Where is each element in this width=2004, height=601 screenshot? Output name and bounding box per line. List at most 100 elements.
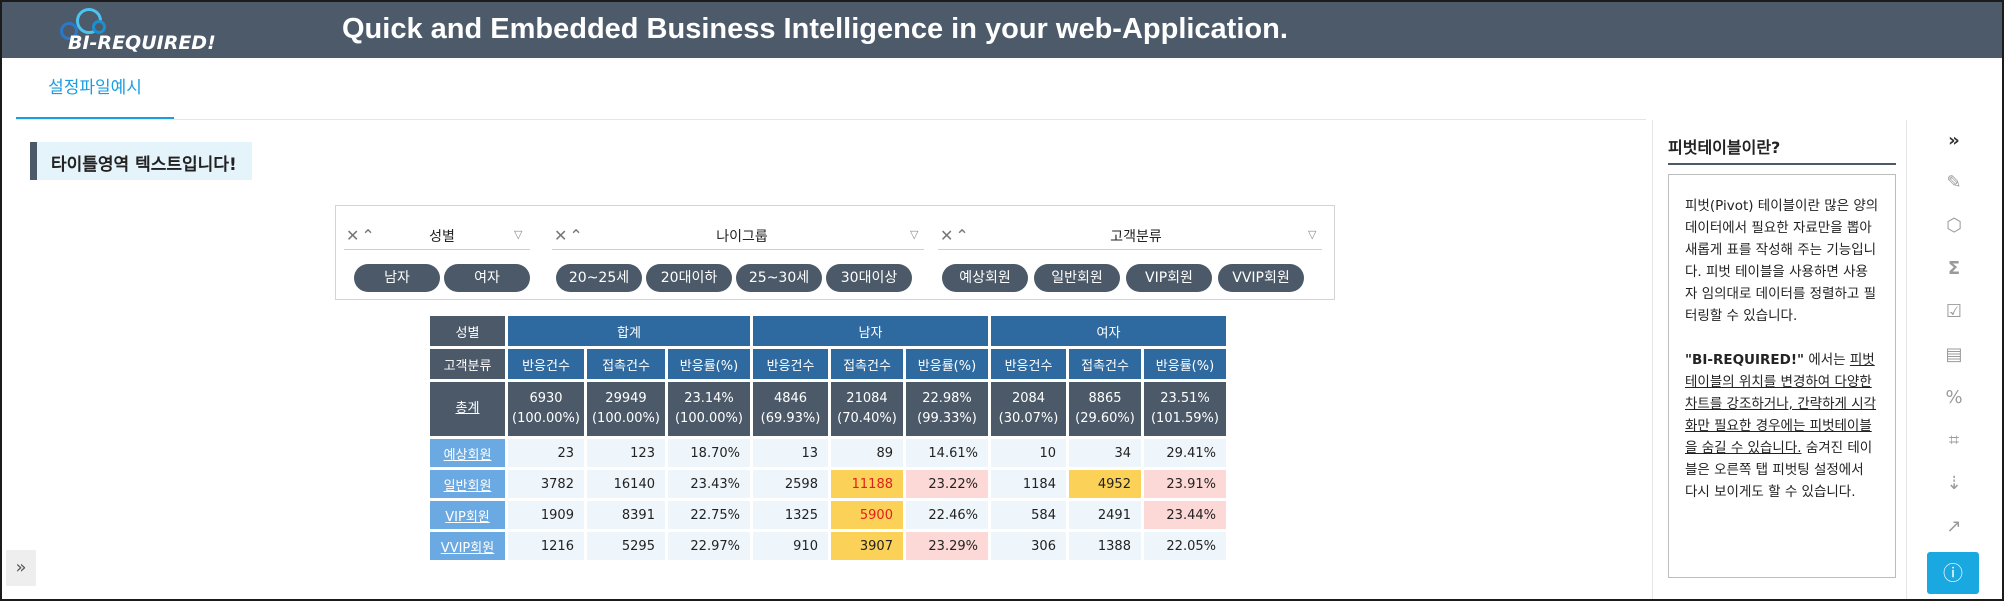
info-panel-body: 피벗(Pivot) 테이블이란 많은 양의 데이터에서 필요한 자료만을 뽑아 … xyxy=(1668,174,1896,578)
pivot-group-header: 여자 xyxy=(990,316,1226,346)
filter-icon[interactable]: ▽ xyxy=(910,228,918,241)
chip-age-3[interactable]: 25~30세 xyxy=(736,264,822,292)
total-cell: 23.14% (100.00%) xyxy=(667,382,750,436)
table-cell: 34 xyxy=(1068,439,1141,467)
clear-collapse-icons[interactable]: ✕⌃ xyxy=(940,226,971,245)
table-cell: 22.46% xyxy=(905,501,988,529)
chip-customer-3[interactable]: VIP회원 xyxy=(1126,264,1212,292)
measure-header: 반응률(%) xyxy=(667,349,750,379)
total-cell: 4846 (69.93%) xyxy=(752,382,828,436)
table-cell: 89 xyxy=(830,439,903,467)
pivot-group-header: 남자 xyxy=(752,316,988,346)
table-cell: 22.75% xyxy=(667,501,750,529)
crop-icon[interactable]: ⌗ xyxy=(1941,428,1967,454)
tab-settings-example[interactable]: 설정파일예시 xyxy=(16,58,174,120)
info-paragraph: 피벗(Pivot) 테이블이란 많은 양의 데이터에서 필요한 자료만을 뽑아 … xyxy=(1685,198,1879,324)
table-cell-highlight: 4952 xyxy=(1068,470,1141,498)
total-cell: 21084 (70.40%) xyxy=(830,382,903,436)
sort-icon[interactable]: ⇣ xyxy=(1941,471,1967,497)
table-row: VIP회원 1909 8391 22.75% 1325 5900 22.46% … xyxy=(430,501,1226,529)
filter-label: 고객분류 xyxy=(1110,229,1162,245)
row-header[interactable]: VIP회원 xyxy=(430,501,505,529)
table-cell-highlight: 23.91% xyxy=(1143,470,1226,498)
table-cell-highlight: 23.44% xyxy=(1143,501,1226,529)
table-cell: 10 xyxy=(990,439,1066,467)
measure-header: 반응률(%) xyxy=(1143,349,1226,379)
chip-customer-4[interactable]: VVIP회원 xyxy=(1218,264,1304,292)
edit-icon[interactable]: ✎ xyxy=(1941,170,1967,196)
pivot-row-dimension: 고객분류 xyxy=(430,349,505,379)
table-cell-highlight: 3907 xyxy=(830,532,903,560)
table-cell: 18.70% xyxy=(667,439,750,467)
total-cell: 8865 (29.60%) xyxy=(1068,382,1141,436)
app-header: BI-REQUIRED! Quick and Embedded Business… xyxy=(2,2,2002,58)
table-cell: 14.61% xyxy=(905,439,988,467)
chip-age-4[interactable]: 30대이상 xyxy=(826,264,912,292)
expand-left-icon[interactable]: » xyxy=(6,550,36,586)
table-cell-highlight: 5900 xyxy=(830,501,903,529)
filter-panel: ✕⌃ 성별 ▽ 남자 여자 ✕⌃ 나이그룹 ▽ 20~25세 20대이하 25~… xyxy=(335,205,1335,300)
sigma-icon[interactable]: Σ xyxy=(1941,256,1967,282)
chart-icon[interactable]: ↗ xyxy=(1941,514,1967,540)
table-cell: 22.97% xyxy=(667,532,750,560)
info-paragraph: "BI-REQUIRED!" 에서는 피벗테이블의 위치를 변경하여 다양한 차… xyxy=(1685,352,1877,500)
filter-header: ✕⌃ 고객분류 ▽ xyxy=(938,224,1322,250)
cube-icon[interactable]: ⬡ xyxy=(1941,213,1967,239)
table-cell: 23.43% xyxy=(667,470,750,498)
clear-collapse-icons[interactable]: ✕⌃ xyxy=(346,226,377,245)
pivot-col-dimension: 성별 xyxy=(430,316,505,346)
info-icon[interactable]: ⓘ xyxy=(1927,552,1979,594)
checklist-icon[interactable]: ☑ xyxy=(1941,299,1967,325)
info-panel: 피벗테이블이란? 피벗(Pivot) 테이블이란 많은 양의 데이터에서 필요한… xyxy=(1652,120,1902,599)
table-row: VVIP회원 1216 5295 22.97% 910 3907 23.29% … xyxy=(430,532,1226,560)
logo-text: BI-REQUIRED! xyxy=(68,32,216,54)
layout-icon[interactable]: ▤ xyxy=(1941,342,1967,368)
chip-customer-2[interactable]: 일반회원 xyxy=(1034,264,1120,292)
table-cell: 5295 xyxy=(586,532,665,560)
chip-age-1[interactable]: 20~25세 xyxy=(556,264,642,292)
table-cell: 1388 xyxy=(1068,532,1141,560)
chip-age-2[interactable]: 20대이하 xyxy=(646,264,732,292)
right-toolbar: » ✎ ⬡ Σ ☑ ▤ % ⌗ ⇣ ↗ ⓘ xyxy=(1906,120,2002,599)
filter-icon[interactable]: ▽ xyxy=(514,228,522,241)
row-header[interactable]: 일반회원 xyxy=(430,470,505,498)
filter-header: ✕⌃ 성별 ▽ xyxy=(344,224,530,250)
chip-female[interactable]: 여자 xyxy=(444,264,530,292)
collapse-right-icon[interactable]: » xyxy=(1941,128,1967,154)
table-cell-highlight: 23.22% xyxy=(905,470,988,498)
table-row: 일반회원 3782 16140 23.43% 2598 11188 23.22%… xyxy=(430,470,1226,498)
filter-label: 나이그룹 xyxy=(716,229,768,245)
table-cell-highlight: 11188 xyxy=(830,470,903,498)
filter-group-customer: ✕⌃ 고객분류 ▽ 예상회원 일반회원 VIP회원 VVIP회원 xyxy=(930,224,1330,294)
total-label[interactable]: 총계 xyxy=(430,382,505,436)
filter-icon[interactable]: ▽ xyxy=(1308,228,1316,241)
filter-group-gender: ✕⌃ 성별 ▽ 남자 여자 xyxy=(336,224,536,294)
table-cell: 1325 xyxy=(752,501,828,529)
table-cell: 16140 xyxy=(586,470,665,498)
app-logo[interactable]: BI-REQUIRED! xyxy=(50,4,230,56)
section-title-text: 타이틀영역 텍스트입니다! xyxy=(51,155,237,175)
row-header[interactable]: VVIP회원 xyxy=(430,532,505,560)
chip-customer-1[interactable]: 예상회원 xyxy=(942,264,1028,292)
table-cell: 8391 xyxy=(586,501,665,529)
table-cell: 13 xyxy=(752,439,828,467)
total-cell: 2084 (30.07%) xyxy=(990,382,1066,436)
header-title: Quick and Embedded Business Intelligence… xyxy=(342,13,1288,45)
total-cell: 22.98% (99.33%) xyxy=(905,382,988,436)
table-cell: 584 xyxy=(990,501,1066,529)
percent-icon[interactable]: % xyxy=(1941,385,1967,411)
measure-header: 반응건수 xyxy=(508,349,584,379)
table-cell: 22.05% xyxy=(1143,532,1226,560)
measure-header: 접촉건수 xyxy=(1068,349,1141,379)
total-row: 총계 6930 (100.00%) 29949 (100.00%) 23.14% (1… xyxy=(430,382,1226,436)
filter-label: 성별 xyxy=(429,229,455,245)
table-cell: 3782 xyxy=(508,470,584,498)
tab-divider xyxy=(16,119,1646,120)
chip-male[interactable]: 남자 xyxy=(354,264,440,292)
table-cell: 29.41% xyxy=(1143,439,1226,467)
measure-header: 접촉건수 xyxy=(830,349,903,379)
info-panel-title: 피벗테이블이란? xyxy=(1668,134,1896,165)
section-title: 타이틀영역 텍스트입니다! xyxy=(30,142,252,180)
row-header[interactable]: 예상회원 xyxy=(430,439,505,467)
clear-collapse-icons[interactable]: ✕⌃ xyxy=(554,226,585,245)
